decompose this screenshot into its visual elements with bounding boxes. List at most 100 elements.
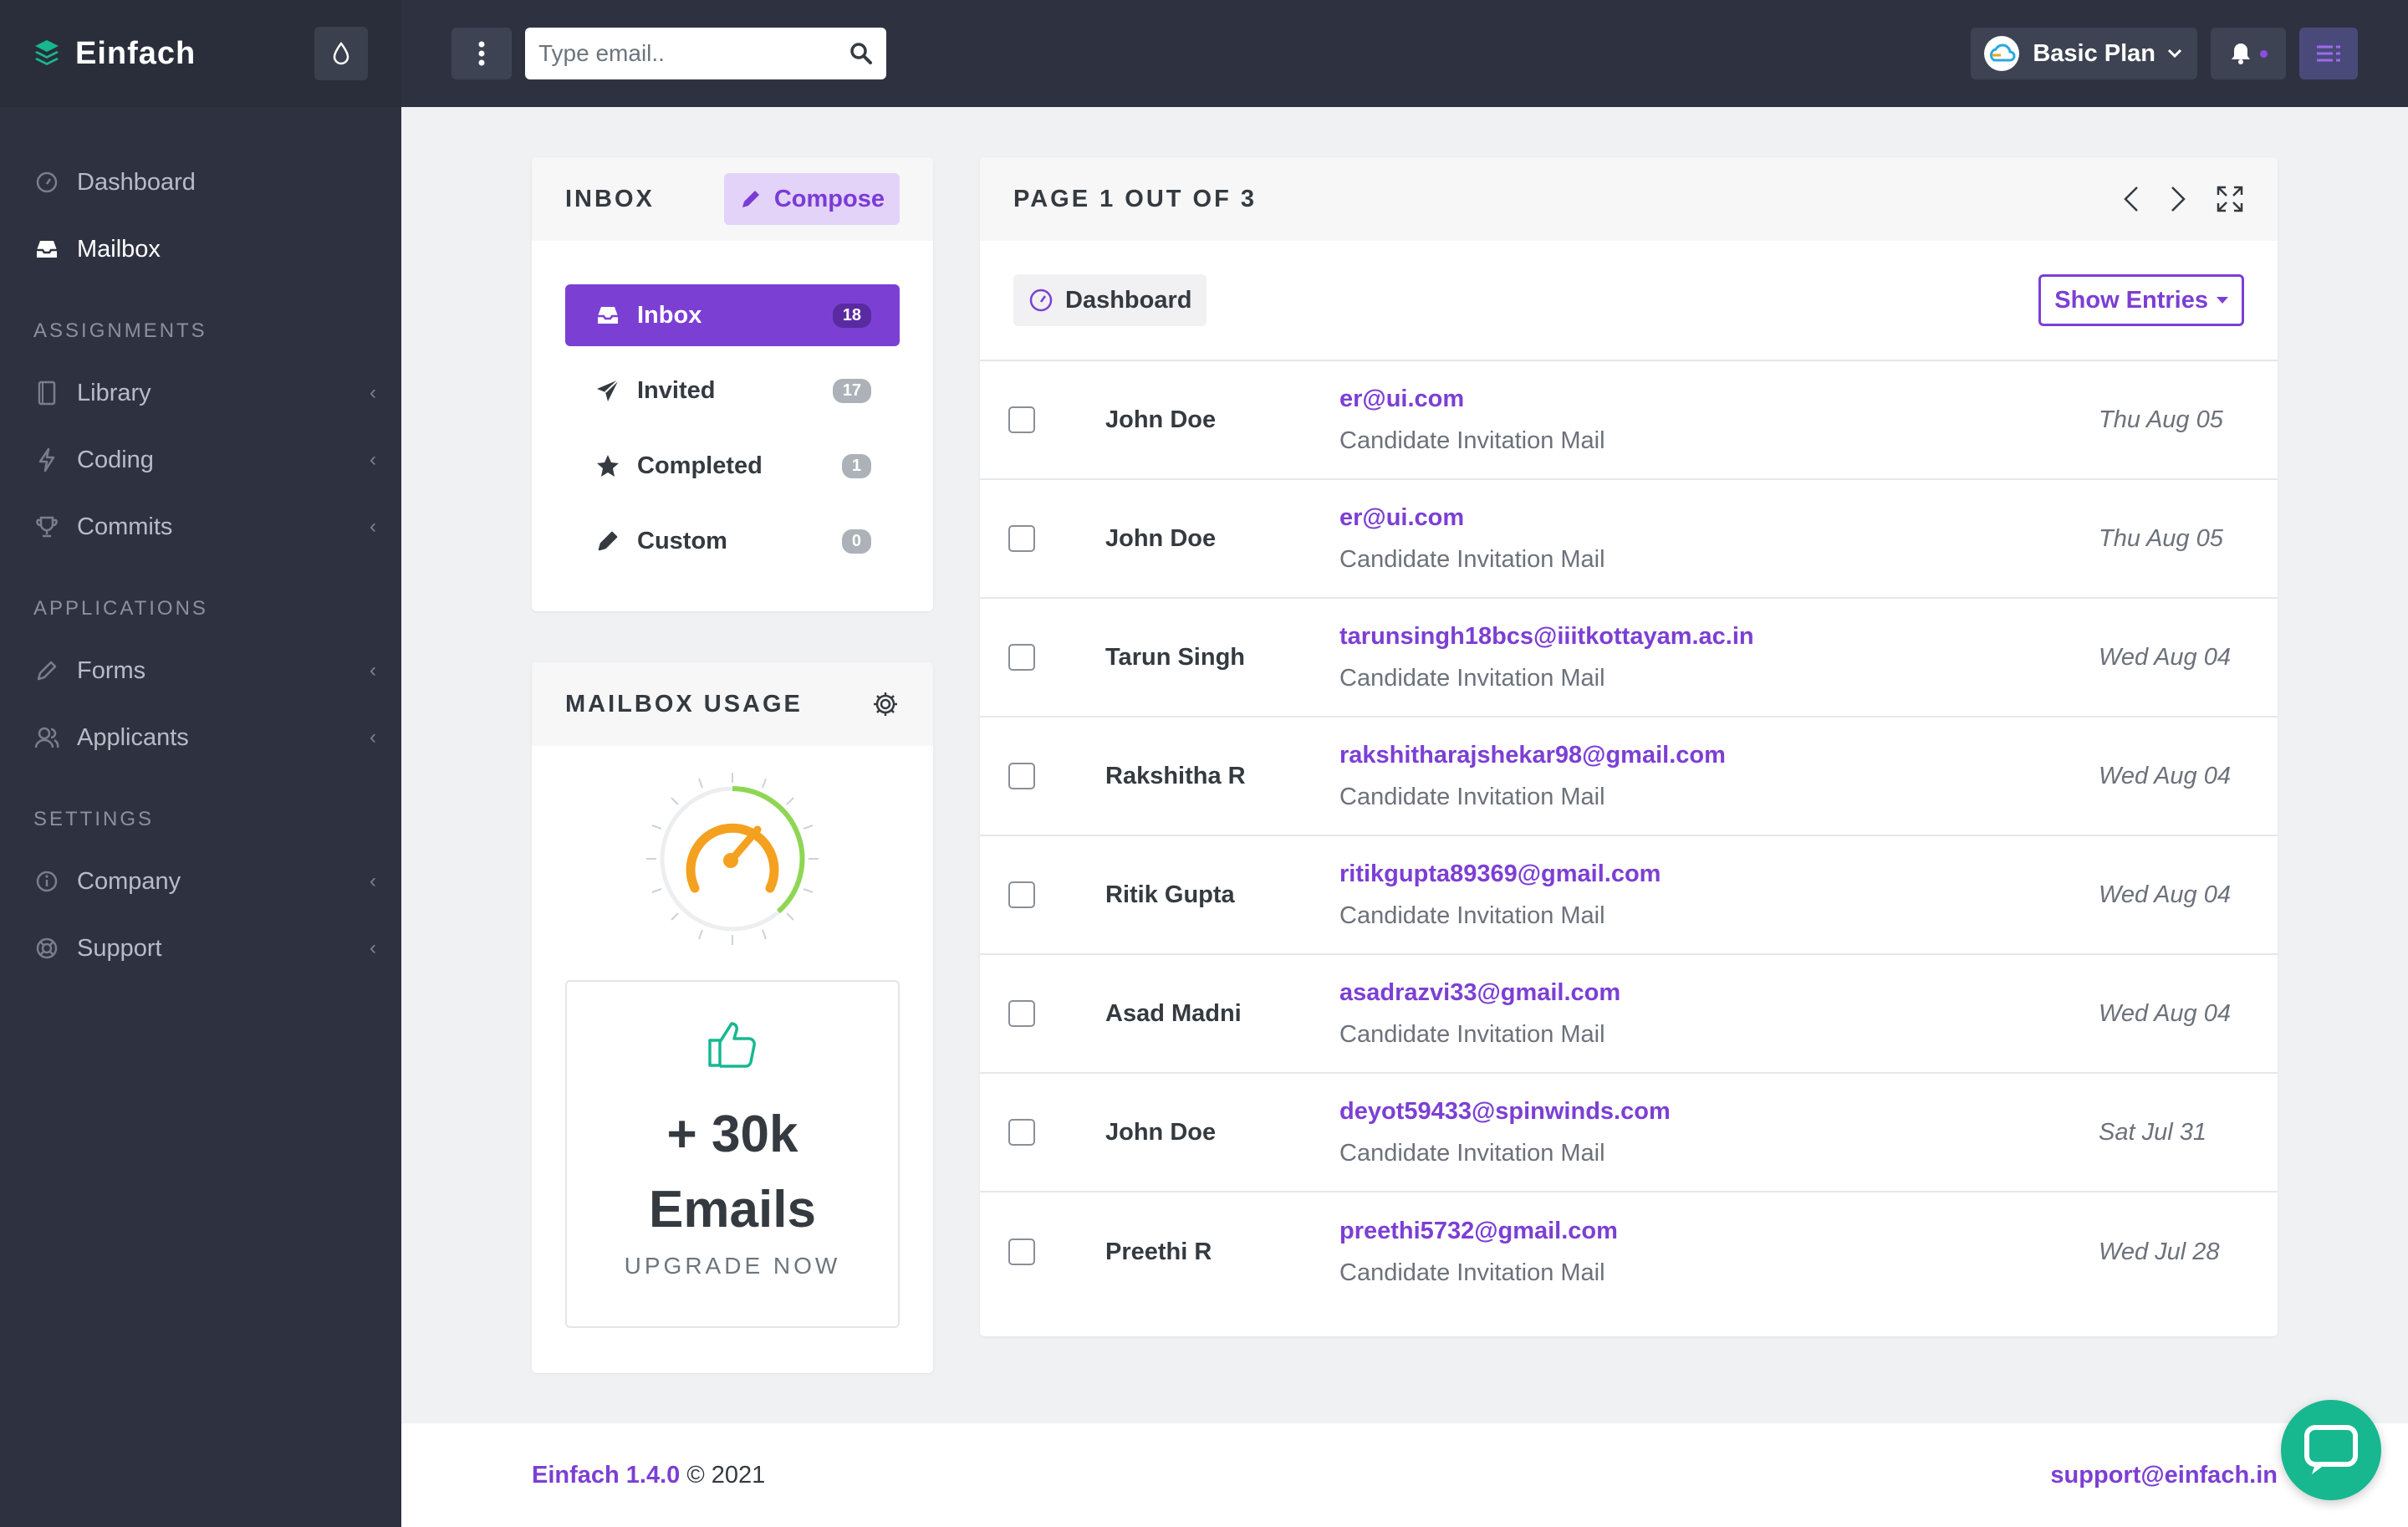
brand-name[interactable]: Einfach bbox=[75, 36, 314, 72]
inbox-tray-icon bbox=[594, 304, 622, 326]
sidebar-item-company[interactable]: Company ‹ bbox=[0, 848, 401, 915]
folder-list: Inbox 18 Invited 17 Completed 1 Custom 0 bbox=[532, 241, 933, 619]
sidebar-item-label: Forms bbox=[77, 656, 146, 684]
sidebar-item-label: Commits bbox=[77, 513, 173, 540]
mail-date: Wed Aug 04 bbox=[2099, 762, 2231, 789]
row-checkbox[interactable] bbox=[1008, 763, 1035, 789]
bell-icon bbox=[2231, 43, 2250, 64]
mail-subject: Candidate Invitation Mail bbox=[1339, 1021, 1605, 1048]
mail-message: tarunsingh18bcs@iiitkottayam.ac.in Candid… bbox=[1339, 615, 2099, 699]
search-icon[interactable] bbox=[849, 42, 873, 65]
mail-row[interactable]: Tarun Singh tarunsingh18bcs@iiitkottayam.… bbox=[980, 599, 2278, 718]
mail-email-link[interactable]: asadrazvi33@gmail.com bbox=[1339, 972, 2099, 1014]
gauge-icon bbox=[1029, 289, 1053, 312]
mail-email-link[interactable]: er@ui.com bbox=[1339, 378, 2099, 420]
mail-sender: Preethi R bbox=[1105, 1238, 1212, 1265]
chevron-left-icon[interactable] bbox=[2122, 185, 2140, 213]
mail-email-link[interactable]: rakshitharajshekar98@gmail.com bbox=[1339, 734, 2099, 776]
mail-row[interactable]: Preethi R preethi5732@gmail.com Candidate … bbox=[980, 1192, 2278, 1311]
sidebar-item-label: Company bbox=[77, 867, 181, 895]
brand-bar: Einfach bbox=[0, 0, 401, 107]
row-checkbox[interactable] bbox=[1008, 1000, 1035, 1027]
folder-label: Completed bbox=[637, 452, 763, 479]
compose-label: Compose bbox=[773, 185, 885, 212]
mail-row[interactable]: Rakshitha R rakshitharajshekar98@gmail.co… bbox=[980, 718, 2278, 836]
chevron-down-icon bbox=[2167, 49, 2182, 59]
usage-amount: + 30k bbox=[666, 1106, 798, 1163]
users-icon bbox=[33, 724, 60, 751]
mail-subject: Candidate Invitation Mail bbox=[1339, 546, 1605, 573]
pencil-icon bbox=[33, 657, 60, 684]
gauge-icon bbox=[33, 169, 60, 196]
support-email-link[interactable]: support@einfach.in bbox=[2050, 1462, 2278, 1489]
row-checkbox[interactable] bbox=[1008, 881, 1035, 908]
search-input[interactable] bbox=[538, 40, 849, 67]
footer-version-link[interactable]: Einfach 1.4.0 bbox=[532, 1462, 680, 1489]
row-checkbox[interactable] bbox=[1008, 406, 1035, 433]
sidebar-item-mailbox[interactable]: Mailbox bbox=[0, 216, 401, 283]
sidebar-item-label: Coding bbox=[77, 446, 154, 473]
mail-rows: John Doe er@ui.com Candidate Invitation Ma… bbox=[980, 361, 2278, 1311]
upgrade-box[interactable]: + 30k Emails UPGRADE NOW bbox=[565, 980, 900, 1328]
mail-row[interactable]: John Doe er@ui.com Candidate Invitation Ma… bbox=[980, 361, 2278, 480]
mail-row[interactable]: John Doe er@ui.com Candidate Invitation Ma… bbox=[980, 480, 2278, 599]
expand-icon[interactable] bbox=[2216, 185, 2244, 213]
mail-email-link[interactable]: tarunsingh18bcs@iiitkottayam.ac.in bbox=[1339, 615, 2099, 657]
chevron-left-icon: ‹ bbox=[370, 515, 376, 538]
sidebar-item-library[interactable]: Library ‹ bbox=[0, 360, 401, 426]
info-icon bbox=[33, 868, 60, 895]
sidebar-item-dashboard[interactable]: Dashboard bbox=[0, 149, 401, 216]
mail-email-link[interactable]: ritikgupta89369@gmail.com bbox=[1339, 853, 2099, 895]
more-options-button[interactable] bbox=[452, 28, 512, 79]
plan-label: Basic Plan bbox=[2033, 39, 2155, 67]
sidebar-section-title: ASSIGNMENTS bbox=[33, 319, 207, 342]
compose-button[interactable]: Compose bbox=[723, 173, 900, 225]
mail-message: er@ui.com Candidate Invitation Mail bbox=[1339, 378, 2099, 462]
mail-email-link[interactable]: preethi5732@gmail.com bbox=[1339, 1210, 2099, 1252]
trophy-icon bbox=[33, 513, 60, 540]
mail-row[interactable]: Asad Madni asadrazvi33@gmail.com Candidate… bbox=[980, 955, 2278, 1074]
sidebar-item-commits[interactable]: Commits ‹ bbox=[0, 493, 401, 560]
topbar: Basic Plan bbox=[401, 0, 2408, 107]
plan-dropdown[interactable]: Basic Plan bbox=[1971, 28, 2197, 79]
row-checkbox[interactable] bbox=[1008, 525, 1035, 552]
notifications-button[interactable] bbox=[2211, 28, 2286, 79]
breadcrumb[interactable]: Dashboard bbox=[1013, 274, 1207, 326]
sidebar-item-support[interactable]: Support ‹ bbox=[0, 915, 401, 982]
sidebar-item-applicants[interactable]: Applicants ‹ bbox=[0, 704, 401, 771]
cloud-logo-icon bbox=[1990, 43, 2016, 62]
mail-email-link[interactable]: er@ui.com bbox=[1339, 497, 2099, 539]
mail-email-link[interactable]: deyot59433@spinwinds.com bbox=[1339, 1090, 2099, 1132]
sidebar-item-forms[interactable]: Forms ‹ bbox=[0, 637, 401, 704]
row-checkbox[interactable] bbox=[1008, 1238, 1035, 1265]
folder-custom[interactable]: Custom 0 bbox=[565, 510, 900, 572]
gear-icon[interactable] bbox=[871, 690, 900, 718]
inbox-card-header: INBOX Compose bbox=[532, 157, 933, 241]
mail-subject: Candidate Invitation Mail bbox=[1339, 1140, 1605, 1167]
upgrade-now-link[interactable]: UPGRADE NOW bbox=[625, 1253, 841, 1279]
folder-label: Custom bbox=[637, 527, 727, 554]
show-entries-dropdown[interactable]: Show Entries bbox=[2038, 274, 2244, 326]
mail-row[interactable]: John Doe deyot59433@spinwinds.com Candidat… bbox=[980, 1074, 2278, 1192]
footer: Einfach 1.4.0 © 2021 support@einfach.in bbox=[401, 1423, 2408, 1527]
mail-list-card: PAGE 1 OUT OF 3 Dashboard Show Entries J… bbox=[980, 157, 2278, 1336]
folder-inbox[interactable]: Inbox 18 bbox=[565, 284, 900, 346]
sidebar-nav: Dashboard Mailbox ASSIGNMENTS Library ‹ Codin… bbox=[0, 107, 401, 982]
mail-row[interactable]: Ritik Gupta ritikgupta89369@gmail.com Cand… bbox=[980, 836, 2278, 955]
row-checkbox[interactable] bbox=[1008, 1119, 1035, 1146]
mail-sender: Rakshitha R bbox=[1105, 762, 1246, 789]
folder-completed[interactable]: Completed 1 bbox=[565, 435, 900, 497]
theme-toggle-button[interactable] bbox=[314, 27, 368, 80]
mail-date: Sat Jul 31 bbox=[2099, 1118, 2206, 1146]
book-icon bbox=[33, 380, 60, 406]
folder-invited[interactable]: Invited 17 bbox=[565, 360, 900, 421]
chevron-right-icon[interactable] bbox=[2169, 185, 2187, 213]
bolt-icon bbox=[33, 447, 60, 473]
menu-toggle-button[interactable] bbox=[2299, 28, 2358, 79]
thumbs-up-icon bbox=[708, 1022, 756, 1068]
chat-button[interactable] bbox=[2281, 1400, 2381, 1500]
row-checkbox[interactable] bbox=[1008, 644, 1035, 671]
sidebar-item-coding[interactable]: Coding ‹ bbox=[0, 426, 401, 493]
mail-sender: Asad Madni bbox=[1105, 999, 1242, 1027]
mail-list-toolbar: Dashboard Show Entries bbox=[980, 241, 2278, 361]
